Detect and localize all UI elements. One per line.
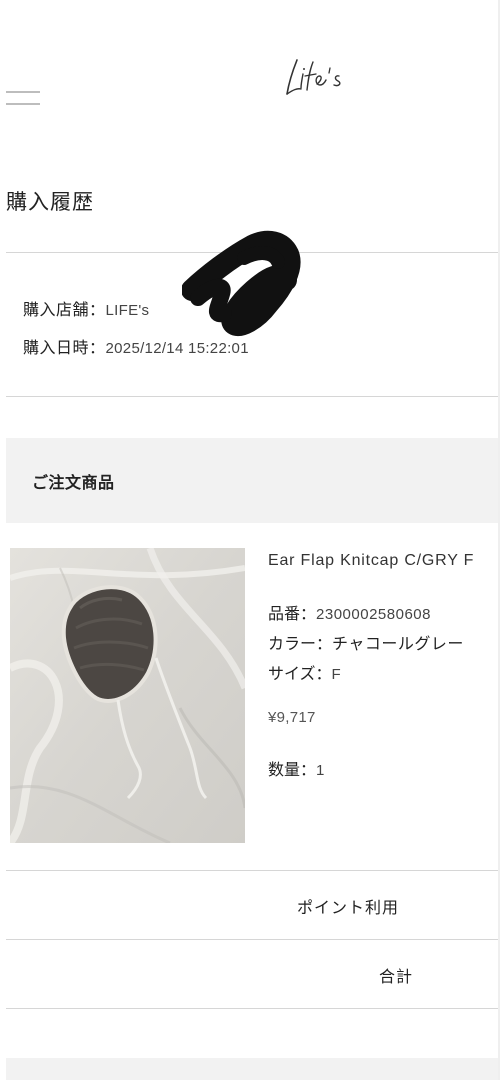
redaction-scribble	[182, 230, 301, 336]
size-label: サイズ：	[268, 664, 332, 683]
sku-label: 品番：	[268, 604, 317, 623]
store-value: LIFE's	[105, 302, 150, 319]
order-section-header: ご注文商品	[6, 438, 500, 523]
quantity-value: 1	[316, 762, 325, 779]
store-label: 購入店舗：	[23, 300, 106, 319]
divider	[6, 1008, 500, 1009]
order-section-title: ご注文商品	[32, 473, 115, 492]
store-row: 購入店舗：LIFE's	[23, 296, 149, 320]
color-value: チャコールグレー	[332, 634, 464, 653]
date-value: 2025/12/14 15:22:01	[105, 340, 249, 357]
color-row: カラー：チャコールグレー	[268, 630, 464, 654]
points-used-label: ポイント利用	[297, 898, 400, 917]
date-label: 購入日時：	[23, 338, 106, 357]
total-label: 合計	[379, 967, 414, 986]
footer-band	[6, 1058, 500, 1080]
sku-value: 2300002580608	[316, 606, 431, 623]
product-name[interactable]: Ear Flap Knitcap C/GRY F	[268, 552, 474, 570]
hamburger-menu-icon[interactable]	[6, 88, 40, 110]
site-header	[0, 0, 500, 140]
quantity-row: 数量：1	[268, 756, 325, 780]
sku-row: 品番：2300002580608	[268, 600, 431, 624]
divider	[6, 870, 500, 871]
divider	[6, 939, 500, 940]
divider	[6, 396, 500, 397]
page-title: 購入履歴	[6, 190, 94, 214]
size-value: F	[331, 666, 342, 683]
brand-logo[interactable]	[283, 54, 347, 98]
size-row: サイズ：F	[268, 660, 341, 684]
product-image[interactable]	[6, 546, 249, 846]
product-price: ¥9,717	[268, 709, 316, 726]
color-label: カラー：	[268, 634, 333, 653]
quantity-label: 数量：	[268, 760, 317, 779]
